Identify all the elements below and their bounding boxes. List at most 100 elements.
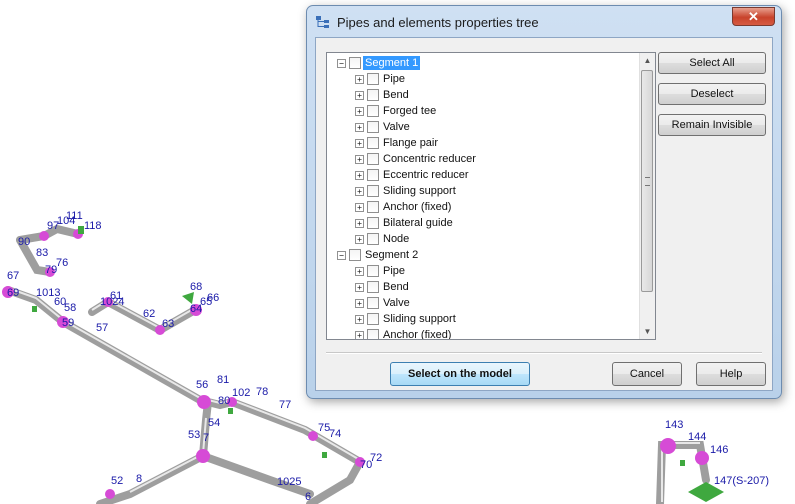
select-on-model-button[interactable]: Select on the model [390,362,530,386]
segment-label: Segment 2 [365,249,419,261]
scroll-down-arrow-icon[interactable]: ▼ [640,324,655,339]
tree-item-element-type[interactable]: + Bilateral guide [355,215,455,231]
element-type-label: Sliding support [383,313,456,325]
element-type-label: Valve [383,297,410,309]
tree-item-element-type[interactable]: + Anchor (fixed) [355,327,453,339]
expand-icon[interactable]: + [355,266,364,276]
expand-icon[interactable]: + [355,314,364,324]
element-checkbox[interactable] [367,281,379,293]
node-label: 59 [62,317,74,329]
grip-icon [645,177,650,186]
node-label: 69 [7,287,19,299]
tree-item-element-type[interactable]: + Bend [355,279,411,295]
element-checkbox[interactable] [367,89,379,101]
node-label: 74 [329,428,341,440]
remain-invisible-button[interactable]: Remain Invisible [658,114,766,136]
tree-item-element-type[interactable]: + Valve [355,119,412,135]
node-label: 53 [188,429,200,441]
node-label: 78 [256,386,268,398]
expand-icon[interactable]: + [355,282,364,292]
element-checkbox[interactable] [367,153,379,165]
expand-icon[interactable]: + [355,154,364,164]
expand-icon[interactable]: + [355,202,364,212]
element-type-label: Valve [383,121,410,133]
tree-item-element-type[interactable]: + Node [355,231,411,247]
vertical-scrollbar[interactable]: ▲ ▼ [639,53,655,339]
node-label: 56 [196,379,208,391]
node-label: 90 [18,236,30,248]
node-label: 83 [36,247,48,259]
tree-item-element-type[interactable]: + Valve [355,295,412,311]
expand-icon[interactable]: + [355,218,364,228]
node-label: 144 [688,431,706,443]
element-type-label: Pipe [383,265,406,277]
tree-item-element-type[interactable]: + Sliding support [355,311,458,327]
deselect-button[interactable]: Deselect [658,83,766,105]
node-label: 66 [207,292,219,304]
pipe-run[interactable] [199,452,314,498]
node-label: 77 [279,399,291,411]
close-button[interactable]: ✕ [732,7,775,26]
node-label: 118 [84,220,102,232]
element-checkbox[interactable] [367,169,379,181]
cancel-button[interactable]: Cancel [612,362,682,386]
node-label: 57 [96,322,108,334]
node-label: 80 [218,395,230,407]
tree-item-element-type[interactable]: + Forged tee [355,103,438,119]
node-label: 58 [64,302,76,314]
scroll-thumb[interactable] [641,70,653,292]
tree-item-segment[interactable]: − Segment 1 [337,55,421,71]
element-type-label: Bend [383,89,409,101]
tree-item-element-type[interactable]: + Concentric reducer [355,151,478,167]
expand-icon[interactable]: + [355,298,364,308]
properties-tree[interactable]: − Segment 1 + Pipe + Bend + Forged tee + Valve + Fl… [326,52,656,340]
element-checkbox[interactable] [367,121,379,133]
element-type-label: Flange pair [383,137,439,149]
element-type-label: Bend [383,281,409,293]
node-label: 143 [665,419,683,431]
expand-icon[interactable]: + [355,138,364,148]
pipe-run[interactable] [196,396,366,504]
node-label: 54 [208,417,220,429]
title-bar[interactable]: Pipes and elements properties tree ✕ [307,6,781,38]
element-checkbox[interactable] [367,201,379,213]
element-checkbox[interactable] [367,233,379,245]
element-checkbox[interactable] [367,137,379,149]
select-all-button[interactable]: Select All [658,52,766,74]
element-checkbox[interactable] [367,105,379,117]
element-checkbox[interactable] [367,265,379,277]
tree-item-element-type[interactable]: + Flange pair [355,135,440,151]
element-checkbox[interactable] [367,185,379,197]
expand-icon[interactable]: + [355,106,364,116]
collapse-icon[interactable]: − [337,250,346,260]
pipe-run[interactable] [96,398,212,504]
element-checkbox[interactable] [367,313,379,325]
help-button[interactable]: Help [696,362,766,386]
expand-icon[interactable]: + [355,90,364,100]
tree-item-element-type[interactable]: + Pipe [355,71,407,87]
expand-icon[interactable]: + [355,330,364,339]
node-label: 79 [45,264,57,276]
tree-item-element-type[interactable]: + Bend [355,87,411,103]
node-label: 6 [305,491,311,503]
tree-item-element-type[interactable]: + Sliding support [355,183,458,199]
segment-checkbox[interactable] [349,57,361,69]
segment-checkbox[interactable] [349,249,361,261]
element-checkbox[interactable] [367,297,379,309]
tree-item-element-type[interactable]: + Eccentric reducer [355,167,471,183]
expand-icon[interactable]: + [355,234,364,244]
expand-icon[interactable]: + [355,74,364,84]
scroll-up-arrow-icon[interactable]: ▲ [640,53,655,68]
expand-icon[interactable]: + [355,122,364,132]
dialog-client-area: − Segment 1 + Pipe + Bend + Forged tee + Valve + Fl… [315,37,773,391]
tree-item-element-type[interactable]: + Anchor (fixed) [355,199,453,215]
element-checkbox[interactable] [367,73,379,85]
expand-icon[interactable]: + [355,186,364,196]
collapse-icon[interactable]: − [337,58,346,68]
element-checkbox[interactable] [367,329,379,339]
tree-item-element-type[interactable]: + Pipe [355,263,407,279]
tree-item-segment[interactable]: − Segment 2 [337,247,420,263]
element-checkbox[interactable] [367,217,379,229]
expand-icon[interactable]: + [355,170,364,180]
node-label: 62 [143,308,155,320]
